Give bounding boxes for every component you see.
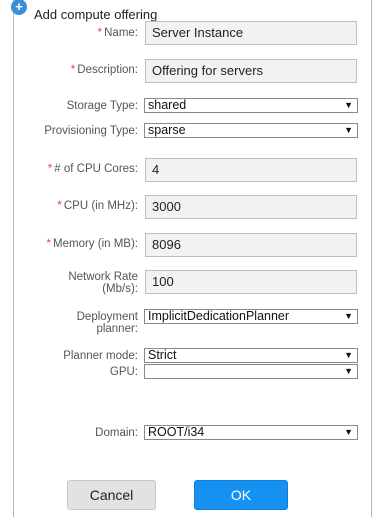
storage-type-label: Storage Type: (66, 100, 138, 112)
cpu-cores-label: * # of CPU Cores: (47, 163, 138, 175)
planner-mode-value: Strict (148, 348, 177, 362)
memory-field[interactable]: 8096 (145, 233, 357, 257)
chevron-down-icon: ▼ (344, 427, 353, 437)
gpu-select[interactable]: ▼ (144, 364, 358, 379)
planner-mode-label: Planner mode: (63, 350, 138, 362)
deployment-planner-select[interactable]: ImplicitDedicationPlanner ▼ (144, 309, 358, 324)
description-label: * Description: (70, 64, 138, 76)
memory-label: * Memory (in MB): (46, 238, 138, 250)
gpu-label: GPU: (109, 366, 138, 378)
dialog-title: Add compute offering (34, 7, 158, 22)
chevron-down-icon: ▼ (344, 350, 353, 360)
required-marker: * (97, 27, 103, 39)
cpu-mhz-field[interactable]: 3000 (145, 195, 357, 219)
provisioning-type-select[interactable]: sparse ▼ (144, 123, 358, 138)
name-field[interactable]: Server Instance (145, 21, 357, 45)
provisioning-type-label: Provisioning Type: (44, 125, 138, 137)
storage-type-select[interactable]: shared ▼ (144, 98, 358, 113)
required-marker: * (70, 64, 76, 76)
cpu-cores-field[interactable]: 4 (145, 158, 357, 182)
domain-label: Domain: (95, 427, 138, 439)
description-field[interactable]: Offering for servers (145, 59, 357, 83)
provisioning-type-value: sparse (148, 123, 186, 137)
domain-value: ROOT/i34 (148, 425, 205, 439)
required-marker: * (47, 163, 53, 175)
name-label: * Name: (97, 27, 138, 39)
planner-mode-select[interactable]: Strict ▼ (144, 348, 358, 363)
network-rate-field[interactable]: 100 (145, 270, 357, 294)
chevron-down-icon: ▼ (344, 311, 353, 321)
required-marker: * (46, 238, 52, 250)
chevron-down-icon: ▼ (344, 100, 353, 110)
network-rate-label: Network Rate (Mb/s): (68, 271, 138, 295)
chevron-down-icon: ▼ (344, 366, 353, 376)
domain-select[interactable]: ROOT/i34 ▼ (144, 425, 358, 440)
deployment-planner-value: ImplicitDedicationPlanner (148, 309, 290, 323)
cancel-button[interactable]: Cancel (67, 480, 156, 510)
deployment-planner-label: Deployment planner: (76, 311, 138, 335)
cpu-mhz-label: * CPU (in MHz): (57, 200, 138, 212)
storage-type-value: shared (148, 98, 187, 112)
required-marker: * (57, 200, 62, 212)
chevron-down-icon: ▼ (344, 125, 353, 135)
ok-button[interactable]: OK (194, 480, 288, 510)
